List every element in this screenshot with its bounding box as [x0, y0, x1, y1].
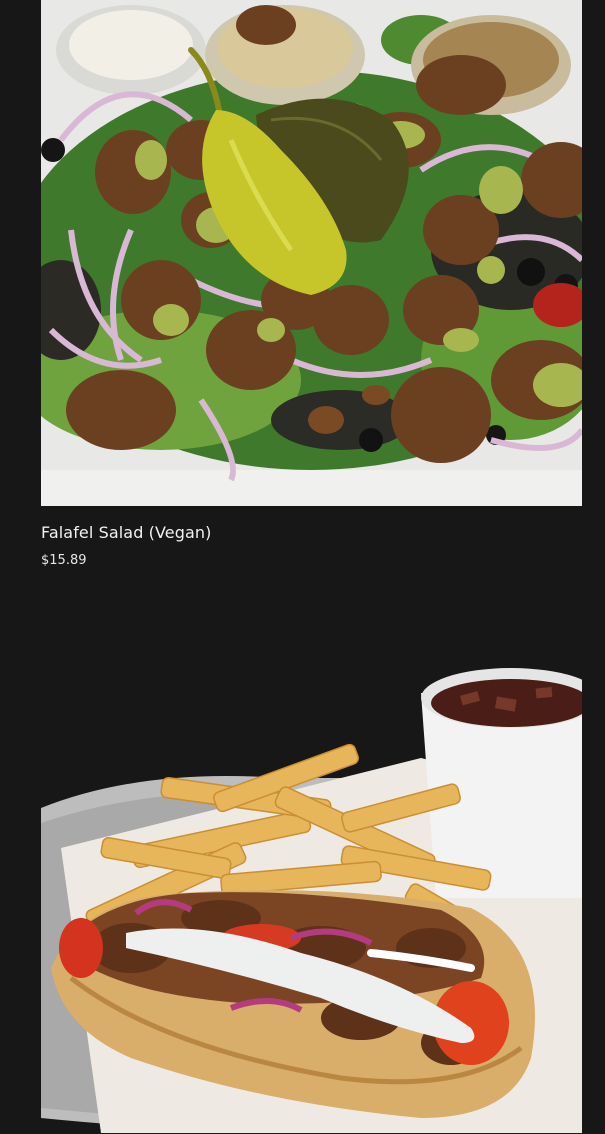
- menu-item-card[interactable]: Falafel Salad (Vegan) $15.89: [41, 0, 582, 568]
- gyro-fries-drink-photo[interactable]: [41, 648, 582, 1134]
- menu-item-list: Falafel Salad (Vegan) $15.89: [0, 0, 605, 1134]
- item-price: $15.89: [41, 553, 87, 568]
- item-name[interactable]: Falafel Salad (Vegan): [41, 522, 211, 544]
- falafel-salad-photo[interactable]: [41, 0, 582, 506]
- menu-item-card[interactable]: [41, 648, 582, 1134]
